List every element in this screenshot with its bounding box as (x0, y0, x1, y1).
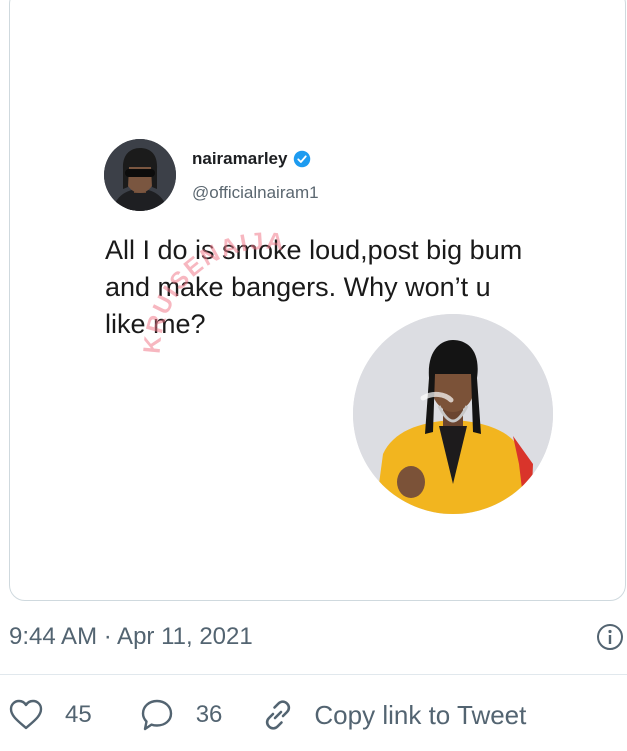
tweet-timestamp[interactable]: 9:44 AM · Apr 11, 2021 (9, 623, 253, 651)
author-name-row: nairamarley (192, 149, 311, 169)
tweet-meta-row: 9:44 AM · Apr 11, 2021 (9, 620, 626, 654)
tweet-actions-bar: 45 36 Copy link to Tweet (9, 695, 526, 735)
featured-photo (353, 314, 553, 514)
reply-button[interactable]: 36 (140, 698, 223, 732)
link-icon (266, 700, 291, 730)
tweet-image-card[interactable]: nairamarley @officialnairam1 All I do is… (9, 0, 626, 601)
like-count: 45 (65, 701, 92, 728)
like-button[interactable]: 45 (9, 699, 92, 731)
reply-bubble-icon (141, 699, 172, 731)
author-name: nairamarley (192, 149, 288, 168)
info-icon[interactable] (596, 623, 624, 651)
avatar-image (104, 139, 176, 211)
copy-link-label: Copy link to Tweet (314, 699, 527, 730)
author-avatar (104, 139, 176, 211)
heart-icon (9, 699, 43, 730)
verified-badge-icon (294, 150, 311, 168)
author-handle: @officialnairam1 (192, 183, 319, 202)
photo-image (353, 314, 553, 514)
copy-link-button[interactable]: Copy link to Tweet (260, 697, 526, 733)
divider (0, 674, 627, 675)
reply-count: 36 (195, 701, 223, 728)
